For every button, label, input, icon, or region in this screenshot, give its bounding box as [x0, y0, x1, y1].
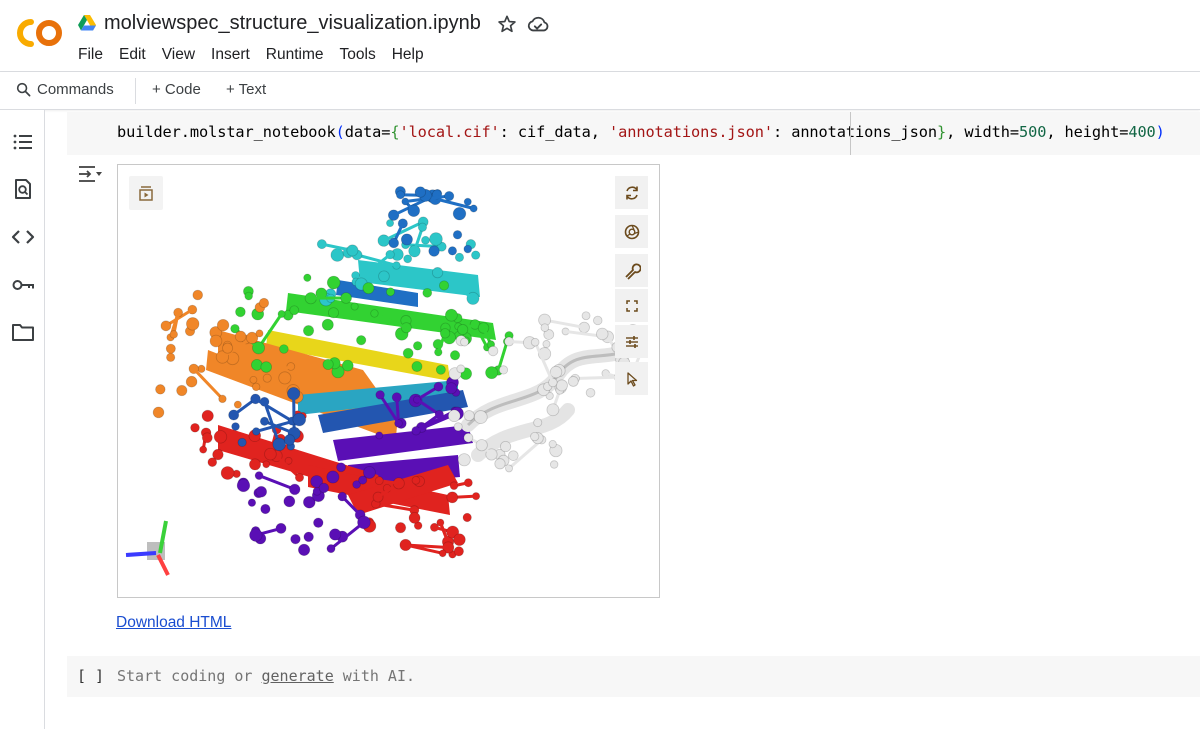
- code-editor-line[interactable]: builder.molstar_notebook(data={'local.ci…: [117, 123, 1165, 141]
- menu-bar: File Edit View Insert Runtime Tools Help: [70, 44, 432, 66]
- code-token: data=: [344, 123, 391, 141]
- axes-gizmo: [125, 520, 170, 576]
- code-token: 500: [1018, 123, 1047, 141]
- menu-view[interactable]: View: [154, 44, 203, 66]
- toolbar: Commands + Code + Text: [0, 72, 1200, 110]
- screenshot-button[interactable]: [615, 215, 648, 248]
- run-cell-brackets[interactable]: [ ]: [77, 667, 104, 685]
- code-token: ): [1155, 123, 1165, 141]
- layout-toggle-icon: [139, 186, 153, 201]
- reset-camera-button[interactable]: [615, 176, 648, 209]
- code-token: , height=: [1046, 123, 1129, 141]
- cloud-saved-icon[interactable]: [527, 14, 549, 34]
- generate-link[interactable]: generate: [262, 667, 334, 685]
- code-token: builder.molstar_notebook: [117, 123, 336, 141]
- protein-structure-render[interactable]: [118, 165, 660, 598]
- google-drive-icon[interactable]: [78, 15, 96, 31]
- star-icon[interactable]: [497, 14, 517, 34]
- selection-pointer-icon: [626, 371, 637, 387]
- menu-file[interactable]: File: [70, 44, 111, 66]
- screenshot-icon: [624, 224, 639, 239]
- expand-button[interactable]: [615, 289, 648, 322]
- download-html-link[interactable]: Download HTML: [116, 614, 231, 632]
- add-code-button[interactable]: + Code: [152, 81, 201, 98]
- code-snippets-icon[interactable]: [11, 225, 35, 249]
- code-cell[interactable]: builder.molstar_notebook(data={'local.ci…: [67, 112, 1200, 155]
- viewer-log-toggle-button[interactable]: [129, 176, 163, 210]
- expand-icon: [625, 299, 638, 312]
- selection-mode-button[interactable]: [615, 362, 648, 395]
- notebook-title[interactable]: molviewspec_structure_visualization.ipyn…: [104, 12, 481, 35]
- menu-insert[interactable]: Insert: [203, 44, 258, 66]
- code-token: }: [936, 123, 947, 141]
- empty-code-cell[interactable]: [ ] Start coding or generate with AI.: [67, 656, 1200, 697]
- commands-label: Commands: [37, 81, 114, 98]
- files-folder-icon[interactable]: [11, 320, 35, 344]
- menu-edit[interactable]: Edit: [111, 44, 154, 66]
- placeholder-text: Start coding or: [117, 667, 262, 685]
- reset-camera-icon: [625, 185, 638, 200]
- code-token: , width=: [946, 123, 1019, 141]
- code-token: : annotations_json: [772, 123, 937, 141]
- code-token: 'annotations.json': [609, 123, 773, 141]
- settings-button[interactable]: [615, 254, 648, 287]
- search-icon: [16, 82, 31, 97]
- code-token: 'local.cif': [399, 123, 500, 141]
- settings-wrench-icon: [624, 262, 641, 280]
- menu-runtime[interactable]: Runtime: [258, 44, 332, 66]
- placeholder-text-end: with AI.: [333, 667, 416, 685]
- menu-tools[interactable]: Tools: [332, 44, 384, 66]
- menu-help[interactable]: Help: [384, 44, 432, 66]
- code-token: : cif_data,: [499, 123, 609, 141]
- add-text-label: + Text: [226, 81, 267, 98]
- helix-white: [461, 338, 645, 462]
- editor-ruler: [850, 112, 851, 155]
- add-text-button[interactable]: + Text: [226, 81, 266, 98]
- commands-button[interactable]: Commands: [16, 81, 114, 98]
- find-icon[interactable]: [11, 177, 35, 201]
- code-token: 400: [1128, 123, 1156, 141]
- colab-logo[interactable]: [14, 16, 64, 50]
- controls-sliders-icon: [625, 335, 638, 348]
- add-code-label: + Code: [152, 81, 201, 98]
- left-sidebar: [0, 110, 45, 729]
- molstar-viewer[interactable]: [117, 164, 660, 598]
- app-header: molviewspec_structure_visualization.ipyn…: [0, 0, 1200, 72]
- secrets-key-icon[interactable]: [11, 273, 35, 297]
- code-token: (: [335, 123, 345, 141]
- table-of-contents-icon[interactable]: [11, 130, 35, 154]
- toolbar-divider: [135, 78, 136, 104]
- controls-toggle-button[interactable]: [615, 325, 648, 358]
- cell-placeholder[interactable]: Start coding or generate with AI.: [117, 667, 415, 685]
- output-actions-icon[interactable]: [77, 163, 103, 185]
